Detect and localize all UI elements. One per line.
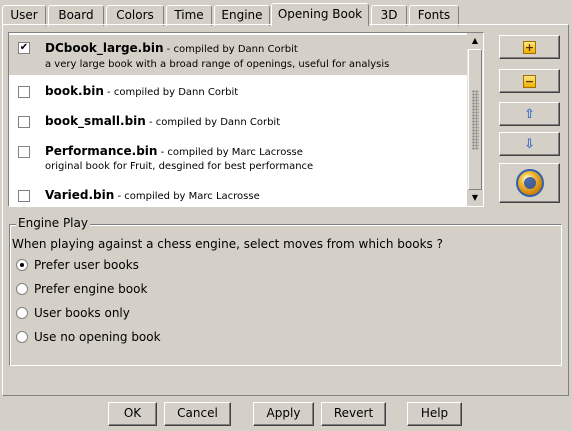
book-title-line: book.bin - compiled by Dann Corbit [45,84,238,98]
radio-use-no-opening-book[interactable]: Use no opening book [16,329,161,345]
book-checkbox[interactable] [18,146,30,158]
book-title-line: Performance.bin - compiled by Marc Lacro… [45,144,303,158]
scroll-thumb[interactable] [468,49,482,190]
book-name: Varied.bin [45,188,115,202]
ok-button[interactable]: OK [108,402,157,426]
list-scrollbar[interactable]: ▲ ▼ [467,33,483,206]
globe-refresh-icon [515,169,544,197]
arrow-down-icon: ⇩ [524,136,535,152]
engine-play-title: Engine Play [16,216,90,230]
radio-button[interactable] [16,331,28,343]
book-checkbox[interactable] [18,116,30,128]
move-up-button[interactable]: ⇧ [499,102,560,126]
refresh-books-button[interactable] [499,163,560,203]
radio-label: Prefer user books [34,258,139,272]
book-checkbox[interactable] [18,190,30,202]
tab-fonts[interactable]: Fonts [409,5,459,26]
tab-colors[interactable]: Colors [106,5,164,26]
book-author: - compiled by Marc Lacrosse [157,147,303,158]
cancel-button[interactable]: Cancel [164,402,231,426]
book-title-line: Varied.bin - compiled by Marc Lacrosse [45,188,260,202]
list-item[interactable]: book.bin - compiled by Dann Corbit [9,81,467,107]
radio-user-books-only[interactable]: User books only [16,305,130,321]
book-author: - compiled by Dann Corbit [103,87,239,98]
book-title-line: DCbook_large.bin - compiled by Dann Corb… [45,41,298,55]
book-checkbox[interactable]: ✔ [18,42,30,54]
book-author: - compiled by Dann Corbit [163,44,298,55]
minus-icon: − [523,74,536,88]
tab-engine[interactable]: Engine [214,5,270,26]
radio-label: User books only [34,306,130,320]
tab-opening-book[interactable]: Opening Book [271,3,369,26]
book-checkbox[interactable] [18,86,30,98]
list-item[interactable]: ✔ DCbook_large.bin - compiled by Dann Co… [9,35,467,75]
book-name: Performance.bin [45,144,158,158]
list-item[interactable]: Performance.bin - compiled by Marc Lacro… [9,141,467,179]
radio-prefer-user-books[interactable]: Prefer user books [16,257,139,273]
tab-user[interactable]: User [2,5,46,26]
list-item[interactable]: Varied.bin - compiled by Marc Lacrosse [9,185,467,206]
book-description: a very large book with a broad range of … [45,59,390,70]
tab-board[interactable]: Board [48,5,104,26]
radio-button[interactable] [16,307,28,319]
add-book-button[interactable]: + [499,35,560,59]
radio-label: Prefer engine book [34,282,148,296]
radio-button[interactable] [16,283,28,295]
apply-button[interactable]: Apply [253,402,314,426]
remove-book-button[interactable]: − [499,69,560,93]
revert-button[interactable]: Revert [321,402,386,426]
help-button[interactable]: Help [407,402,462,426]
book-name: DCbook_large.bin [45,41,164,55]
tab-3d[interactable]: 3D [371,5,407,26]
book-list[interactable]: ✔ DCbook_large.bin - compiled by Dann Co… [8,32,484,207]
book-title-line: book_small.bin - compiled by Dann Corbit [45,114,280,128]
radio-prefer-engine-book[interactable]: Prefer engine book [16,281,147,297]
scroll-down-icon[interactable]: ▼ [467,190,483,206]
arrow-up-icon: ⇧ [524,106,535,122]
book-name: book_small.bin [45,114,146,128]
book-author: - compiled by Marc Lacrosse [114,191,260,202]
book-description: original book for Fruit, desgined for be… [45,161,314,172]
radio-label: Use no opening book [34,330,161,344]
move-down-button[interactable]: ⇩ [499,132,560,156]
list-item[interactable]: book_small.bin - compiled by Dann Corbit [9,111,467,137]
engine-play-question: When playing against a chess engine, sel… [12,237,443,251]
book-name: book.bin [45,84,104,98]
tab-time[interactable]: Time [166,5,212,26]
scroll-up-icon[interactable]: ▲ [467,33,483,49]
plus-icon: + [523,40,536,54]
book-author: - compiled by Dann Corbit [145,117,281,128]
grip-icon [472,90,479,150]
radio-button[interactable] [16,259,28,271]
